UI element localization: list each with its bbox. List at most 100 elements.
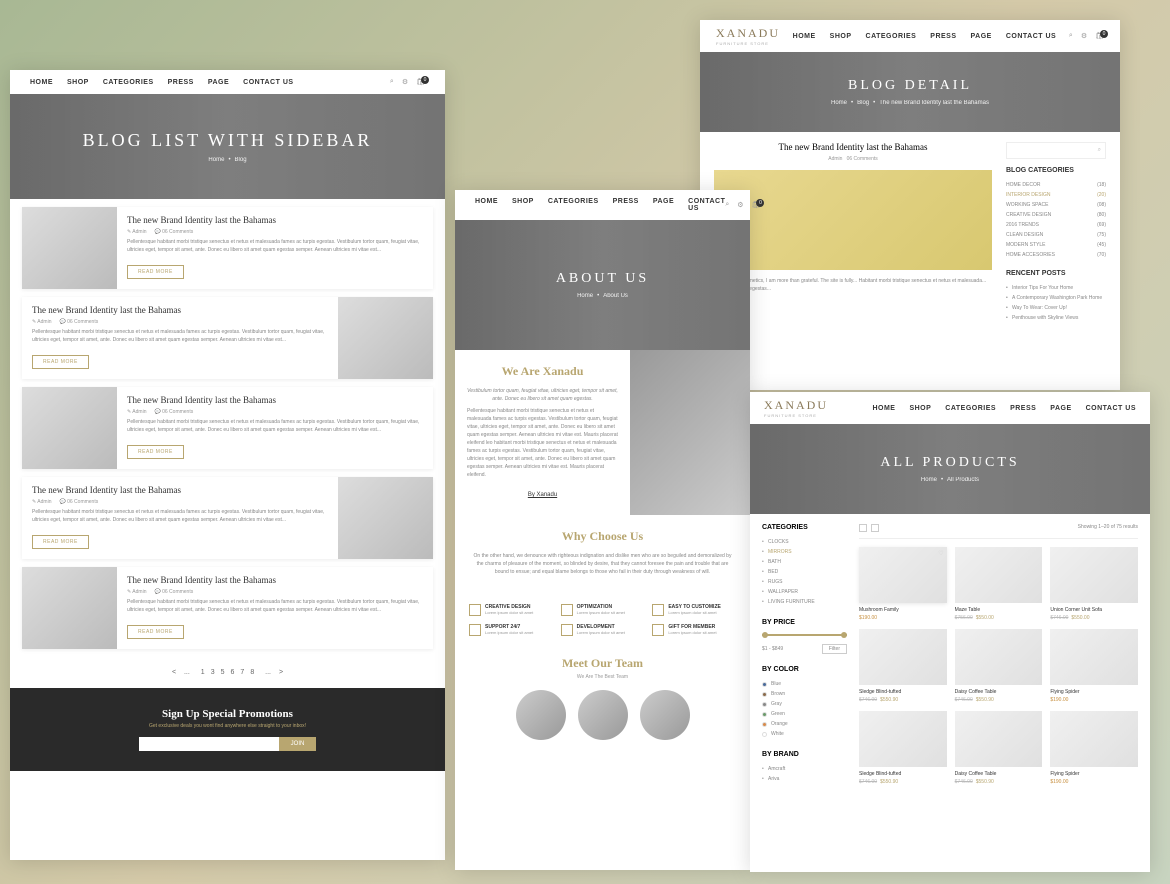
brand-filter[interactable]: Amcraft (762, 764, 847, 774)
nav-categories[interactable]: CATEGORIES (103, 79, 154, 86)
nav-shop[interactable]: SHOP (512, 198, 534, 212)
breadcrumb-home[interactable]: Home (577, 293, 593, 299)
breadcrumb-blog[interactable]: Blog (857, 100, 869, 106)
blog-title[interactable]: The new Brand Identity last the Bahamas (32, 485, 328, 495)
search-icon[interactable]: ⌕ (390, 78, 394, 86)
page-number[interactable]: 5 (221, 669, 225, 676)
grid-view-icon[interactable] (859, 524, 867, 532)
price-slider[interactable] (762, 634, 847, 636)
cart-icon[interactable]: 🛍 (1095, 32, 1104, 40)
team-member-avatar[interactable] (516, 690, 566, 740)
category-filter[interactable]: WALLPAPER (762, 587, 847, 597)
recent-post-link[interactable]: Way To Wear: Cover Up! (1006, 303, 1106, 313)
logo[interactable]: XANADU (716, 26, 780, 41)
nav-contact[interactable]: CONTACT US (688, 198, 725, 212)
team-member-avatar[interactable] (640, 690, 690, 740)
filter-button[interactable]: Filter (822, 644, 847, 654)
nav-home[interactable]: HOME (793, 33, 816, 40)
category-item[interactable]: WORKING SPACE(08) (1006, 200, 1106, 210)
category-filter[interactable]: BED (762, 567, 847, 577)
nav-page[interactable]: PAGE (1050, 405, 1071, 412)
category-filter[interactable]: RUGS (762, 577, 847, 587)
breadcrumb-home[interactable]: Home (831, 100, 847, 106)
about-link[interactable]: By Xanadu (528, 492, 557, 498)
nav-press[interactable]: PRESS (1010, 405, 1036, 412)
read-more-button[interactable]: READ MORE (32, 535, 89, 549)
page-number[interactable]: 8 (250, 669, 254, 676)
blog-thumbnail[interactable] (338, 477, 433, 559)
blog-thumbnail[interactable] (22, 387, 117, 469)
page-next[interactable]: > (279, 669, 283, 676)
nav-contact[interactable]: CONTACT US (243, 79, 293, 86)
product-image[interactable] (859, 629, 947, 685)
nav-page[interactable]: PAGE (653, 198, 674, 212)
product-card[interactable]: Daisy Coffee Table $746.00$550.90 (955, 711, 1043, 785)
color-filter[interactable]: Green (762, 709, 847, 719)
cart-icon[interactable]: 🛍 (752, 201, 761, 209)
nav-shop[interactable]: SHOP (830, 33, 852, 40)
page-number[interactable]: 3 (211, 669, 215, 676)
gear-icon[interactable]: ⚙ (402, 78, 408, 86)
product-card[interactable]: Sledge Blind-tufted $746.00$550.90 (859, 629, 947, 703)
nav-home[interactable]: HOME (475, 198, 498, 212)
product-card[interactable]: Flying Spider $190.00 (1050, 711, 1138, 785)
category-item[interactable]: CREATIVE DESIGN(80) (1006, 210, 1106, 220)
product-image[interactable] (1050, 711, 1138, 767)
color-filter[interactable]: Orange (762, 719, 847, 729)
category-item[interactable]: MODERN STYLE(45) (1006, 240, 1106, 250)
nav-press[interactable]: PRESS (613, 198, 639, 212)
product-image[interactable] (1050, 629, 1138, 685)
nav-press[interactable]: PRESS (168, 79, 194, 86)
list-view-icon[interactable] (871, 524, 879, 532)
recent-post-link[interactable]: Penthouse with Skyline Views (1006, 313, 1106, 323)
nav-shop[interactable]: SHOP (909, 405, 931, 412)
nav-categories[interactable]: CATEGORIES (548, 198, 599, 212)
breadcrumb-home[interactable]: Home (208, 157, 224, 163)
blog-thumbnail[interactable] (22, 567, 117, 649)
nav-press[interactable]: PRESS (930, 33, 956, 40)
category-filter[interactable]: MIRRORS (762, 547, 847, 557)
page-number[interactable]: 6 (231, 669, 235, 676)
product-image[interactable] (1050, 547, 1138, 603)
nav-home[interactable]: HOME (30, 79, 53, 86)
recent-post-link[interactable]: Interior Tips For Your Home (1006, 283, 1106, 293)
nav-categories[interactable]: CATEGORIES (945, 405, 996, 412)
category-item[interactable]: HOME ACCESORIES(70) (1006, 250, 1106, 260)
blog-title[interactable]: The new Brand Identity last the Bahamas (127, 215, 423, 225)
blog-thumbnail[interactable] (22, 207, 117, 289)
gear-icon[interactable]: ⚙ (737, 201, 743, 209)
page-number[interactable]: 7 (240, 669, 244, 676)
product-card[interactable]: Flying Spider $190.00 (1050, 629, 1138, 703)
search-icon[interactable]: ⌕ (1069, 32, 1073, 40)
nav-contact[interactable]: CONTACT US (1086, 405, 1136, 412)
read-more-button[interactable]: READ MORE (127, 265, 184, 279)
brand-filter[interactable]: Ariva (762, 774, 847, 784)
blog-thumbnail[interactable] (338, 297, 433, 379)
color-filter[interactable]: Gray (762, 699, 847, 709)
nav-shop[interactable]: SHOP (67, 79, 89, 86)
category-item[interactable]: 2016 TRENDS(69) (1006, 220, 1106, 230)
blog-title[interactable]: The new Brand Identity last the Bahamas (32, 305, 328, 315)
nav-home[interactable]: HOME (872, 405, 895, 412)
blog-title[interactable]: The new Brand Identity last the Bahamas (127, 395, 423, 405)
read-more-button[interactable]: READ MORE (32, 355, 89, 369)
color-filter[interactable]: Blue (762, 679, 847, 689)
nav-categories[interactable]: CATEGORIES (866, 33, 917, 40)
product-image[interactable] (955, 711, 1043, 767)
category-item[interactable]: HOME DECOR(18) (1006, 180, 1106, 190)
nav-page[interactable]: PAGE (208, 79, 229, 86)
email-input[interactable] (139, 737, 279, 751)
gear-icon[interactable]: ⚙ (1081, 32, 1087, 40)
logo[interactable]: XANADU (764, 398, 828, 413)
nav-contact[interactable]: CONTACT US (1006, 33, 1056, 40)
product-card[interactable]: Union Corner Unit Sofa $746.00$550.00 (1050, 547, 1138, 621)
product-image[interactable] (955, 629, 1043, 685)
wishlist-icon[interactable]: ♡ (938, 550, 943, 557)
category-item[interactable]: CLEAN DESIGN(75) (1006, 230, 1106, 240)
blog-title[interactable]: The new Brand Identity last the Bahamas (127, 575, 423, 585)
breadcrumb-home[interactable]: Home (921, 477, 937, 483)
search-icon[interactable]: ⌕ (725, 201, 729, 209)
product-image[interactable] (859, 711, 947, 767)
page-prev[interactable]: < (172, 669, 176, 676)
category-filter[interactable]: BATH (762, 557, 847, 567)
